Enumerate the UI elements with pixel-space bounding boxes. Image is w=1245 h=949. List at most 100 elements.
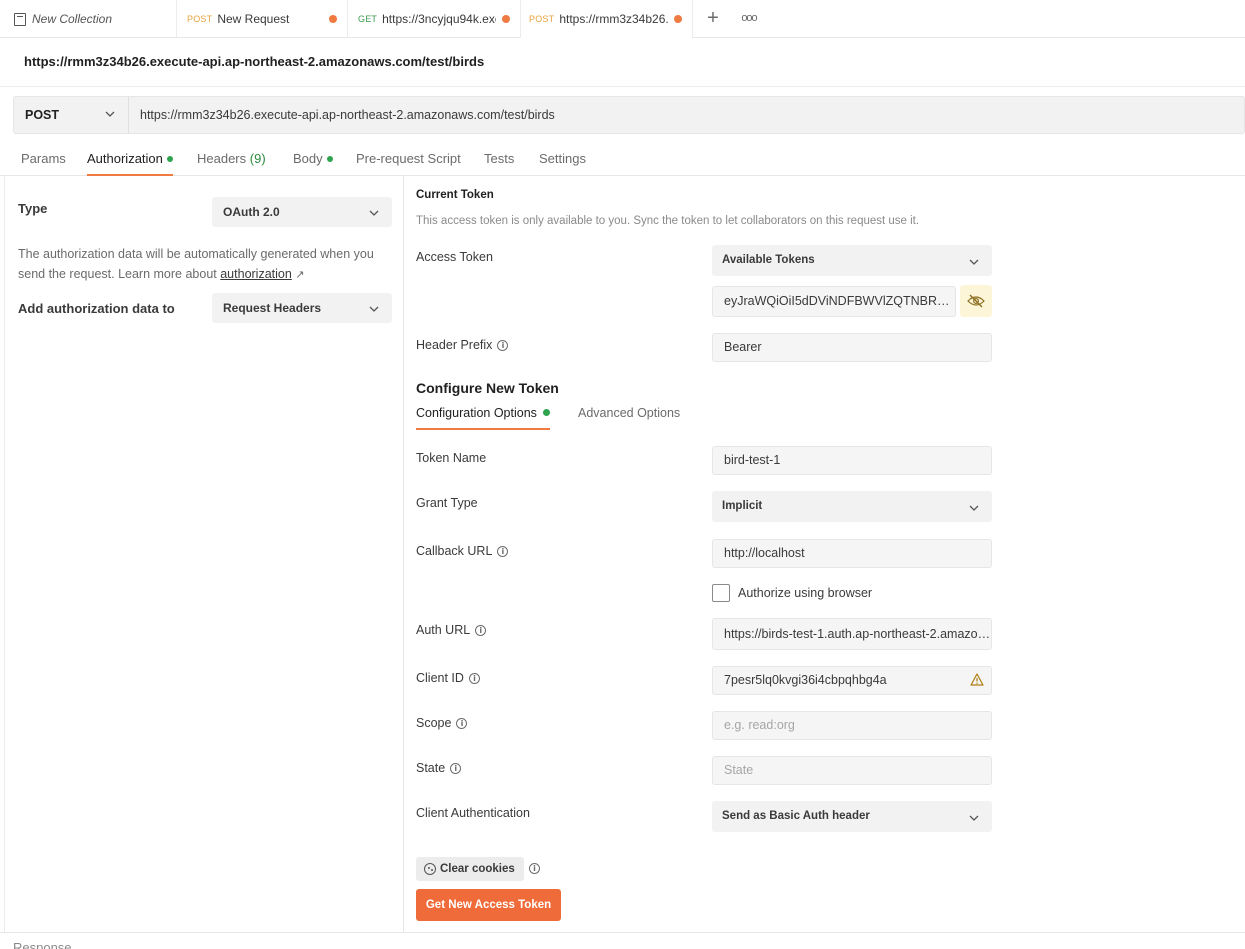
external-link-icon: ↗ — [295, 269, 305, 281]
client-id-label: Client ID i — [416, 671, 480, 685]
tab-new-collection[interactable]: New Collection — [0, 0, 177, 38]
callback-url-input[interactable]: http://localhost — [712, 539, 992, 568]
type-label: Type — [18, 201, 48, 216]
access-token-label: Access Token — [416, 250, 493, 264]
auth-type-select[interactable]: OAuth 2.0 — [212, 197, 392, 227]
tab-label: New Collection — [32, 12, 113, 26]
auth-url-input[interactable]: https://birds-test-1.auth.ap-northeast-2… — [712, 618, 992, 650]
chevron-down-icon — [969, 815, 979, 821]
info-icon[interactable]: i — [475, 624, 487, 636]
authorize-browser-label[interactable]: Authorize using browser — [738, 586, 872, 600]
client-authentication-value: Send as Basic Auth header — [722, 810, 870, 822]
client-id-value: 7pesr5lq0kvgi36i4cbpqhbg4a — [724, 673, 887, 687]
warning-icon[interactable] — [970, 673, 984, 686]
access-token-input[interactable]: eyJraWQiOiI5dDViNDFBWVlZQTNBRFRiOHRuRz — [712, 286, 956, 317]
unsaved-dot-icon — [674, 15, 682, 23]
grant-type-select[interactable]: Implicit — [712, 491, 992, 522]
info-icon[interactable]: i — [456, 717, 468, 729]
info-icon[interactable]: i — [529, 863, 540, 874]
configure-new-token-heading: Configure New Token — [416, 380, 559, 396]
divider — [0, 86, 1245, 87]
tab-configuration-options-label: Configuration Options — [416, 406, 537, 420]
tab-body[interactable]: Body — [293, 140, 333, 176]
unsaved-dot-icon — [329, 15, 337, 23]
scope-label-text: Scope — [416, 716, 452, 730]
status-dot-icon — [542, 409, 550, 417]
tab-prerequest-script[interactable]: Pre-request Script — [356, 140, 461, 176]
request-tabs: Params Authorization Headers (9) Body Pr… — [0, 140, 1245, 176]
header-prefix-label-text: Header Prefix — [416, 338, 493, 352]
chevron-down-icon — [105, 111, 115, 117]
header-prefix-input[interactable]: Bearer — [712, 333, 992, 362]
chevron-down-icon — [969, 505, 979, 511]
tab-method: POST — [187, 14, 213, 24]
add-auth-to-select[interactable]: Request Headers — [212, 293, 392, 323]
info-icon[interactable]: i — [497, 545, 509, 557]
auth-url-label-text: Auth URL — [416, 623, 471, 637]
tab-method: GET — [358, 14, 378, 24]
tab-label: https://rmm3z34b26. — [559, 12, 668, 26]
tab-advanced-options[interactable]: Advanced Options — [578, 406, 680, 430]
request-title[interactable]: https://rmm3z34b26.execute-api.ap-northe… — [24, 54, 484, 69]
tab-authorization[interactable]: Authorization — [87, 140, 173, 176]
clear-cookies-button[interactable]: Clear cookies — [416, 857, 524, 881]
url-input[interactable]: https://rmm3z34b26.execute-api.ap-northe… — [140, 97, 555, 133]
more-tabs-icon[interactable]: ooo — [739, 8, 759, 28]
toggle-visibility-button[interactable] — [960, 285, 992, 317]
unsaved-dot-icon — [502, 15, 510, 23]
authorize-browser-checkbox[interactable] — [712, 584, 730, 602]
client-id-input[interactable]: 7pesr5lq0kvgi36i4cbpqhbg4a — [712, 666, 992, 695]
callback-url-label: Callback URL i — [416, 544, 509, 558]
clear-cookies-label: Clear cookies — [440, 863, 515, 875]
tab-body-label: Body — [293, 151, 323, 166]
tab-label: https://3ncyjqu94k.exe — [382, 12, 496, 26]
client-authentication-label: Client Authentication — [416, 806, 530, 820]
headers-count: (9) — [249, 151, 266, 166]
response-panel[interactable]: Response — [0, 932, 1245, 949]
tab-label: New Request — [217, 12, 290, 26]
auth-description-text: The authorization data will be automatic… — [18, 247, 374, 281]
tab-headers-label: Headers — [197, 151, 247, 166]
token-name-label: Token Name — [416, 451, 487, 465]
scope-input[interactable]: e.g. read:org — [712, 711, 992, 740]
tab-tests[interactable]: Tests — [484, 140, 514, 176]
state-label: State i — [416, 761, 462, 775]
current-token-heading: Current Token — [416, 189, 494, 201]
collection-icon — [14, 12, 26, 26]
client-authentication-select[interactable]: Send as Basic Auth header — [712, 801, 992, 832]
tab-get-request[interactable]: GET https://3ncyjqu94k.exe — [348, 0, 521, 38]
tab-params[interactable]: Params — [21, 140, 66, 176]
tab-new-request[interactable]: POST New Request — [177, 0, 348, 38]
tab-configuration-options[interactable]: Configuration Options — [416, 406, 550, 430]
available-tokens-value: Available Tokens — [722, 254, 815, 266]
grant-type-value: Implicit — [722, 500, 763, 512]
method-select[interactable]: POST — [14, 97, 129, 133]
token-name-input[interactable]: bird-test-1 — [712, 446, 992, 475]
state-input[interactable]: State — [712, 756, 992, 785]
new-tab-icon[interactable]: + — [703, 6, 723, 30]
chevron-down-icon — [969, 259, 979, 265]
tab-post-birds[interactable]: POST https://rmm3z34b26. — [521, 0, 693, 38]
authorization-link[interactable]: authorization — [220, 267, 292, 281]
info-icon[interactable]: i — [450, 762, 462, 774]
method-value: POST — [25, 108, 60, 122]
cookie-icon — [424, 863, 436, 875]
tab-settings[interactable]: Settings — [539, 140, 586, 176]
info-icon[interactable]: i — [497, 339, 509, 351]
header-prefix-label: Header Prefix i — [416, 338, 509, 352]
tab-headers[interactable]: Headers (9) — [197, 140, 266, 176]
url-bar: POST https://rmm3z34b26.execute-api.ap-n… — [13, 96, 1245, 134]
auth-type-panel: Type OAuth 2.0 The authorization data wi… — [4, 176, 404, 932]
get-new-access-token-button[interactable]: Get New Access Token — [416, 889, 561, 921]
scope-label: Scope i — [416, 716, 468, 730]
available-tokens-select[interactable]: Available Tokens — [712, 245, 992, 276]
tab-method: POST — [529, 14, 555, 24]
auth-url-label: Auth URL i — [416, 623, 487, 637]
tab-bar: New Collection POST New Request GET http… — [0, 0, 1245, 38]
auth-description: The authorization data will be automatic… — [18, 244, 398, 285]
status-dot-icon — [326, 155, 333, 162]
grant-type-label: Grant Type — [416, 496, 478, 510]
add-auth-to-label: Add authorization data to — [18, 301, 175, 316]
info-icon[interactable]: i — [468, 672, 480, 684]
current-token-hint: This access token is only available to y… — [416, 215, 920, 227]
